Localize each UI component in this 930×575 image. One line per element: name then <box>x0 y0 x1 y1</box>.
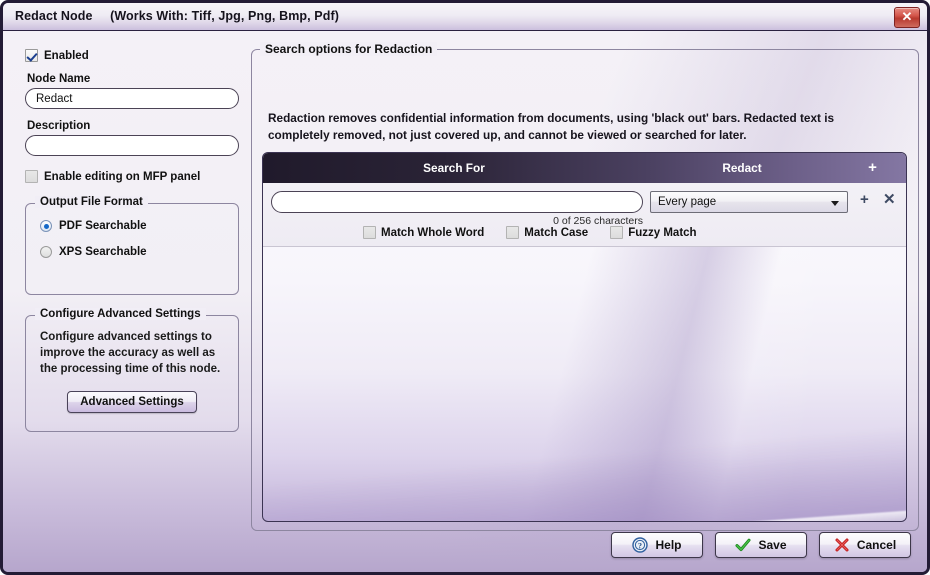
enabled-checkbox-row[interactable]: Enabled <box>25 49 239 62</box>
advanced-settings-button[interactable]: Advanced Settings <box>67 391 197 413</box>
search-for-input[interactable] <box>271 191 643 213</box>
enabled-label: Enabled <box>44 49 89 62</box>
redact-node-dialog: Redact Node (Works With: Tiff, Jpg, Png,… <box>0 0 930 575</box>
fuzzy-match-label: Fuzzy Match <box>628 226 697 239</box>
configure-advanced-settings-group: Configure Advanced Settings Configure ad… <box>25 308 239 432</box>
advanced-settings-description: Configure advanced settings to improve t… <box>40 331 221 375</box>
redact-scope-value: Every page <box>658 196 717 208</box>
node-name-label: Node Name <box>27 73 91 85</box>
radio-pdf-searchable[interactable] <box>40 220 52 232</box>
title-bar: Redact Node (Works With: Tiff, Jpg, Png,… <box>3 3 927 31</box>
decorative-swoosh-1 <box>263 414 906 521</box>
fuzzy-match-checkbox[interactable] <box>610 226 624 239</box>
fuzzy-match-option[interactable]: Fuzzy Match <box>610 226 697 239</box>
cancel-button[interactable]: Cancel <box>819 532 911 558</box>
save-button[interactable]: Save <box>715 532 807 558</box>
close-icon: ✕ <box>901 9 913 24</box>
remove-row-button[interactable]: ✕ <box>883 192 896 207</box>
dialog-inner: Redact Node (Works With: Tiff, Jpg, Png,… <box>3 3 927 572</box>
mfp-panel-checkbox[interactable] <box>25 170 38 183</box>
redact-scope-dropdown[interactable]: Every page <box>650 191 848 213</box>
red-x-icon <box>835 538 849 552</box>
description-input[interactable] <box>25 135 239 156</box>
output-file-format-title: Output File Format <box>35 196 148 208</box>
add-rule-header-button[interactable]: + <box>839 153 906 183</box>
mfp-panel-checkbox-row[interactable]: Enable editing on MFP panel <box>25 170 239 183</box>
dialog-footer: ? Help Save Cancel <box>611 532 911 558</box>
search-options-panel-title: Search options for Redaction <box>260 42 438 56</box>
search-options-panel: Search options for Redaction Redaction r… <box>251 42 919 531</box>
dialog-body: Enabled Node Name Description Enable edi… <box>3 31 927 572</box>
save-button-label: Save <box>758 538 787 552</box>
radio-xps-searchable[interactable] <box>40 246 52 258</box>
match-whole-word-checkbox[interactable] <box>363 226 376 239</box>
output-file-format-group: Output File Format PDF Searchable XPS Se… <box>25 196 239 295</box>
mfp-panel-label: Enable editing on MFP panel <box>44 170 201 183</box>
output-file-format-body: PDF Searchable XPS Searchable <box>26 204 238 274</box>
configure-advanced-settings-body: Configure advanced settings to improve t… <box>26 316 238 427</box>
node-name-input[interactable] <box>25 88 239 109</box>
radio-xps-searchable-label: XPS Searchable <box>59 246 147 258</box>
description-label: Description <box>27 120 91 132</box>
help-button-label: Help <box>655 538 682 552</box>
radio-row-pdf[interactable]: PDF Searchable <box>40 220 224 232</box>
column-header-search-for: Search For <box>423 161 485 175</box>
window-title: Redact Node (Works With: Tiff, Jpg, Png,… <box>15 9 339 23</box>
check-mark-icon <box>735 538 751 552</box>
window-title-subtitle: (Works With: Tiff, Jpg, Png, Bmp, Pdf) <box>110 9 339 23</box>
match-case-label: Match Case <box>524 226 589 239</box>
column-header-redact: Redact <box>722 161 762 175</box>
decorative-swoosh-2 <box>263 502 906 521</box>
configure-advanced-settings-title: Configure Advanced Settings <box>35 308 206 320</box>
rules-table-header: Search For Redact + <box>263 153 906 183</box>
match-case-option[interactable]: Match Case <box>506 226 588 239</box>
window-title-main: Redact Node <box>15 9 93 23</box>
match-options-row: Match Whole Word Match Case Fuzzy Match <box>363 226 697 239</box>
redaction-description: Redaction removes confidential informati… <box>268 111 835 142</box>
rule-row: 0 of 256 characters Every page + ✕ Match… <box>263 183 906 247</box>
radio-pdf-searchable-label: PDF Searchable <box>59 220 147 232</box>
match-whole-word-label: Match Whole Word <box>381 226 485 239</box>
radio-row-xps[interactable]: XPS Searchable <box>40 246 224 258</box>
chevron-down-icon <box>831 201 839 206</box>
cancel-button-label: Cancel <box>856 538 897 552</box>
redaction-rules-list: Search For Redact + 0 of 256 characters … <box>262 152 907 522</box>
svg-text:?: ? <box>638 541 642 550</box>
close-button[interactable]: ✕ <box>894 7 920 28</box>
left-settings-column: Enabled Node Name Description Enable edi… <box>25 49 239 432</box>
enabled-checkbox[interactable] <box>25 49 38 62</box>
info-circle-icon: ? <box>632 537 649 553</box>
help-button[interactable]: ? Help <box>611 532 703 558</box>
add-row-button[interactable]: + <box>860 192 869 207</box>
match-whole-word-option[interactable]: Match Whole Word <box>363 226 484 239</box>
match-case-checkbox[interactable] <box>506 226 520 239</box>
